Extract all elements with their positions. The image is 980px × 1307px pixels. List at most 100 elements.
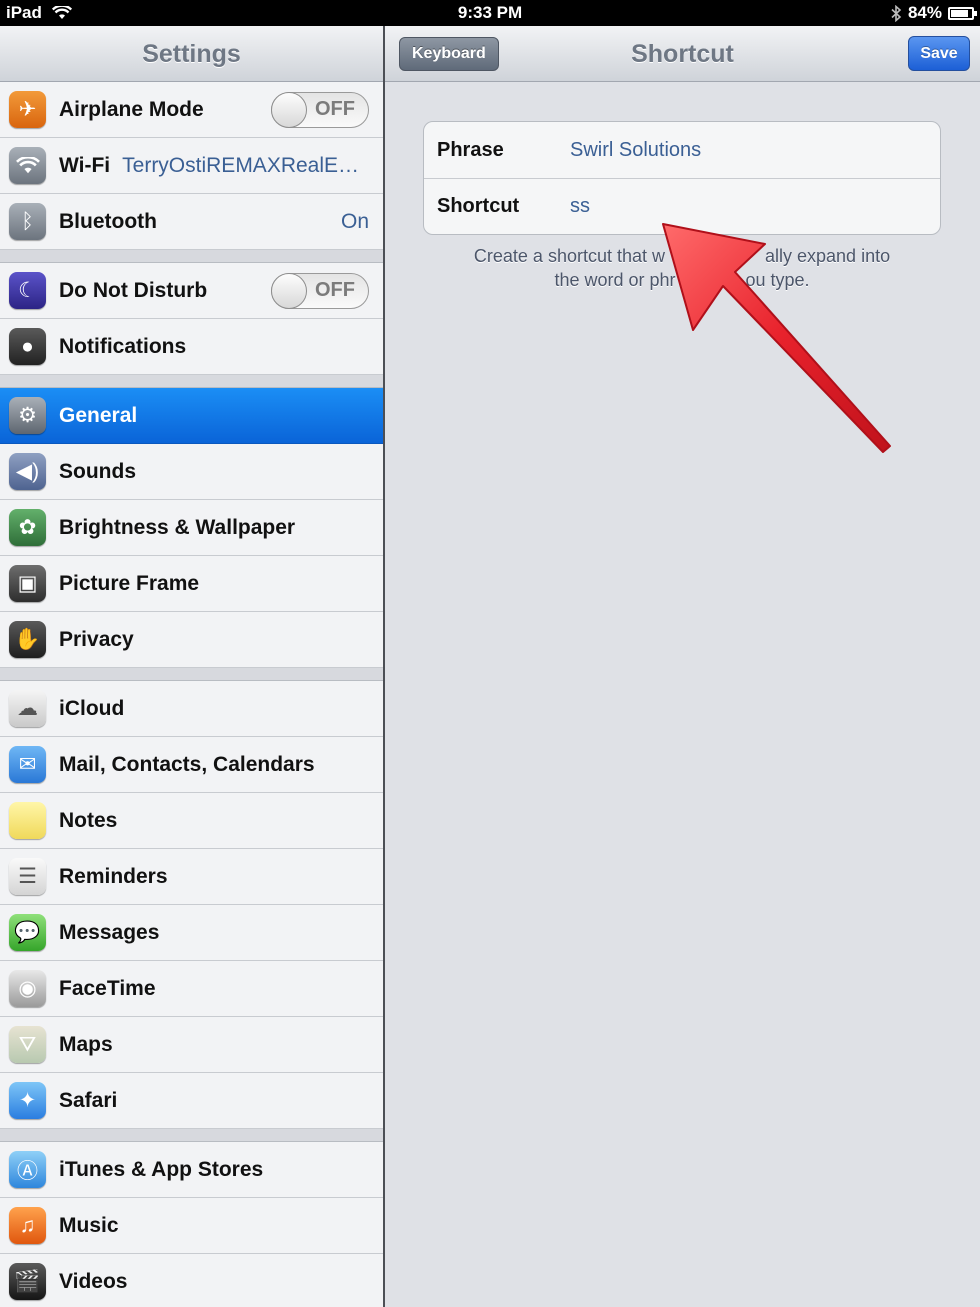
shortcut-form: Phrase Swirl Solutions Shortcut ss (423, 121, 941, 235)
save-button[interactable]: Save (908, 36, 970, 71)
battery-percent: 84% (907, 3, 942, 22)
toggle-switch[interactable]: OFF (271, 272, 369, 309)
settings-row-label: Safari (59, 1088, 118, 1112)
reminders-icon: ☰ (9, 858, 46, 895)
toggle-state-label: OFF (315, 279, 355, 301)
settings-row-label: Maps (59, 1032, 113, 1056)
settings-row-wi-fi[interactable]: Wi-Fi TerryOstiREMAXRealE… (0, 138, 383, 194)
settings-row-mail-contacts-calendars[interactable]: ✉ Mail, Contacts, Calendars (0, 737, 383, 793)
settings-row-notes[interactable]: Notes (0, 793, 383, 849)
settings-title: Settings (142, 40, 241, 68)
settings-row-detail: On (340, 209, 369, 233)
settings-row-label: Sounds (59, 459, 136, 483)
phrase-field[interactable]: Swirl Solutions (570, 139, 701, 162)
settings-row-airplane-mode[interactable]: ✈ Airplane Mode OFF (0, 82, 383, 138)
settings-row-icloud[interactable]: ☁ iCloud (0, 681, 383, 737)
settings-row-bluetooth[interactable]: ᛒ Bluetooth On (0, 194, 383, 250)
phrase-row[interactable]: Phrase Swirl Solutions (424, 122, 940, 178)
settings-row-maps[interactable]: ⛛ Maps (0, 1017, 383, 1073)
settings-row-itunes-app-stores[interactable]: ⒶiTunes & App Stores (0, 1142, 383, 1198)
settings-row-label: FaceTime (59, 976, 156, 1000)
settings-row-label: Do Not Disturb (59, 278, 208, 302)
settings-row-label: Music (59, 1213, 119, 1237)
detail-nav-bar: Shortcut Keyboard Save (385, 26, 980, 82)
footer-line1-start: Create a shortcut that w (473, 246, 665, 266)
footer-line2-start: the word or phr (554, 270, 676, 290)
settings-row-picture-frame[interactable]: ▣ Picture Frame (0, 556, 383, 612)
settings-row-label: Mail, Contacts, Calendars (59, 752, 315, 776)
settings-row-facetime[interactable]: ◉ FaceTime (0, 961, 383, 1017)
settings-row-label: Brightness & Wallpaper (59, 515, 296, 539)
picture-frame-icon: ▣ (9, 565, 46, 602)
shortcut-footer-text: Create a shortcut that w ally expand into… (445, 244, 919, 292)
settings-row-label: iTunes & App Stores (59, 1157, 264, 1181)
settings-row-do-not-disturb[interactable]: ☾ Do Not Disturb OFF (0, 263, 383, 319)
gear-icon: ⚙ (9, 397, 46, 434)
settings-row-label: General (59, 403, 138, 427)
clock: 9:33 PM (457, 3, 523, 22)
settings-row-label: Picture Frame (59, 571, 200, 595)
hand-icon: ✋ (9, 621, 46, 658)
group-separator (0, 1129, 383, 1142)
maps-icon: ⛛ (9, 1026, 46, 1063)
footer-line2-end: ou type. (745, 270, 810, 290)
cloud-icon: ☁ (9, 690, 46, 727)
settings-row-sounds[interactable]: ◀) Sounds (0, 444, 383, 500)
settings-row-label: iCloud (59, 696, 125, 720)
toggle-knob (271, 272, 307, 309)
settings-row-label: Reminders (59, 864, 168, 888)
toggle-state-label: OFF (315, 98, 355, 120)
settings-nav-bar: Settings (0, 26, 383, 82)
messages-icon: 💬 (9, 914, 46, 951)
settings-row-notifications[interactable]: ● Notifications (0, 319, 383, 375)
toggle-knob (271, 91, 307, 128)
settings-master-pane: Settings ✈ Airplane Mode OFF Wi-Fi TerryOsti… (0, 26, 383, 1307)
settings-row-detail: TerryOstiREMAXRealE… (122, 153, 360, 177)
battery-icon (948, 6, 977, 20)
group-separator (0, 668, 383, 681)
airplane-icon: ✈ (9, 91, 46, 128)
mail-icon: ✉ (9, 746, 46, 783)
facetime-icon: ◉ (9, 970, 46, 1007)
settings-row-videos[interactable]: 🎬 Videos (0, 1254, 383, 1307)
bluetooth-status-icon (891, 4, 902, 22)
settings-row-label: Notes (59, 808, 118, 832)
music-icon: ♫ (9, 1207, 46, 1244)
status-bar: iPad 9:33 PM 84% (0, 0, 980, 26)
settings-row-label: Airplane Mode (59, 97, 204, 121)
settings-row-safari[interactable]: ✦ Safari (0, 1073, 383, 1129)
settings-row-label: Wi-Fi (59, 153, 111, 177)
videos-icon: 🎬 (9, 1263, 46, 1300)
shortcut-row[interactable]: Shortcut ss (424, 178, 940, 234)
group-separator (0, 375, 383, 388)
group-separator (0, 250, 383, 263)
shortcut-label: Shortcut (437, 195, 520, 217)
bluetooth-icon: ᛒ (9, 203, 46, 240)
toggle-switch[interactable]: OFF (271, 91, 369, 128)
shortcut-detail-pane: Shortcut Keyboard Save Phrase Swirl Solu… (385, 26, 980, 1307)
settings-row-privacy[interactable]: ✋ Privacy (0, 612, 383, 668)
settings-row-label: Notifications (59, 334, 187, 358)
footer-line1-end: ally expand into (765, 246, 891, 266)
settings-list: ✈ Airplane Mode OFF Wi-Fi TerryOstiREMAXReal… (0, 82, 383, 1307)
back-button-label: Keyboard (412, 45, 486, 62)
settings-row-label: Bluetooth (59, 209, 157, 233)
notifications-icon: ● (9, 328, 46, 365)
app-store-icon: Ⓐ (9, 1151, 46, 1188)
settings-row-general[interactable]: ⚙ General (0, 388, 383, 444)
settings-row-messages[interactable]: 💬 Messages (0, 905, 383, 961)
wifi-icon (9, 147, 46, 184)
flower-icon: ✿ (9, 509, 46, 546)
shortcut-field[interactable]: ss (570, 195, 590, 218)
compass-icon: ✦ (9, 1082, 46, 1119)
settings-row-music[interactable]: ♫ Music (0, 1198, 383, 1254)
settings-row-label: Messages (59, 920, 160, 944)
settings-row-label: Videos (59, 1269, 128, 1293)
settings-row-brightness-wallpaper[interactable]: ✿ Brightness & Wallpaper (0, 500, 383, 556)
settings-row-reminders[interactable]: ☰ Reminders (0, 849, 383, 905)
speaker-icon: ◀) (9, 453, 46, 490)
moon-icon: ☾ (9, 272, 46, 309)
keyboard-back-button[interactable]: Keyboard (399, 37, 499, 71)
notes-icon (9, 802, 46, 839)
phrase-label: Phrase (437, 138, 504, 161)
